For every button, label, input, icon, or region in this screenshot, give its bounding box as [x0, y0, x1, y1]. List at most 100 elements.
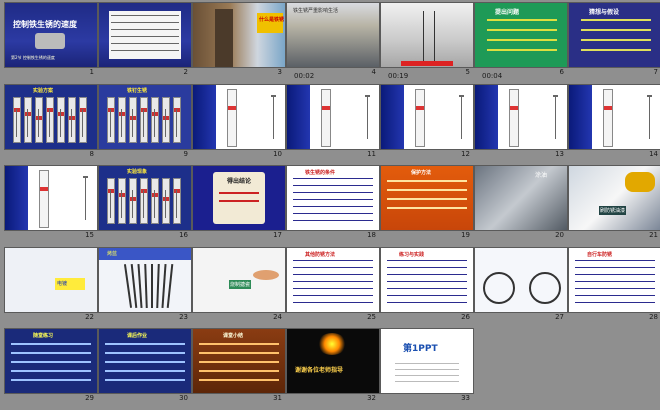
slide-preview[interactable] — [474, 83, 568, 150]
nail-icon — [132, 108, 133, 137]
slide-preview[interactable]: 猜想与假设 — [568, 2, 660, 68]
slide-thumbnail[interactable]: 铁生锈的条件 18 — [286, 165, 380, 245]
slide-preview[interactable]: 铁生锈的条件 — [286, 165, 380, 231]
slide-preview[interactable] — [474, 246, 568, 313]
slide-number: 8 — [89, 149, 94, 158]
slide-title-text: 课后作业 — [127, 333, 148, 339]
slide-number: 31 — [273, 394, 282, 402]
slide-thumbnail[interactable]: 27 — [474, 246, 568, 327]
slide-thumbnail[interactable]: 第1PPT 33 — [380, 328, 474, 408]
slide-title-text: 保护方法 — [411, 170, 432, 176]
slide-number: 5 — [465, 68, 470, 76]
slide-subtitle-text: 第2节 控制铁生锈的速度 — [11, 55, 55, 60]
slide-thumbnail[interactable]: 猜想与假设 7 — [568, 2, 660, 82]
slide-sorter-grid: 控制铁生锈的速度 第2节 控制铁生锈的速度 1 2 什么是铁锈 3 铁生锈严重影响生活 00:… — [0, 0, 660, 410]
slide-number: 32 — [367, 394, 376, 402]
slide-preview[interactable] — [568, 83, 660, 150]
nail-icon — [85, 176, 86, 220]
slide-preview[interactable]: 刷防锈油漆 — [568, 165, 660, 231]
nail-icon — [176, 190, 177, 218]
slide-preview[interactable]: 控制铁生锈的速度第2节 控制铁生锈的速度 — [4, 2, 98, 68]
slide-thumbnail[interactable]: 保护方法 19 — [380, 165, 474, 245]
slide-thumbnail[interactable]: 练习与实践 26 — [380, 246, 474, 327]
slide-number: 16 — [179, 231, 188, 239]
slide-thumbnail[interactable]: 实验方案 8 — [4, 83, 98, 164]
slide-thumbnail[interactable]: 随堂练习 29 — [4, 328, 98, 408]
slide-thumbnail[interactable]: 电镀 22 — [4, 246, 98, 327]
slide-thumbnail[interactable]: 铁钉生锈 9 — [98, 83, 192, 164]
slide-preview[interactable]: 什么是铁锈 — [192, 2, 286, 68]
nail-icon — [165, 108, 166, 137]
slide-thumbnail[interactable]: 烤蓝 23 — [98, 246, 192, 327]
slide-number: 18 — [367, 231, 376, 239]
slide-thumbnail[interactable]: 2 — [98, 2, 192, 82]
slide-title-text: 什么是铁锈 — [259, 17, 285, 23]
slide-thumbnail[interactable]: 谢谢各位老师指导 32 — [286, 328, 380, 408]
slide-thumbnail[interactable]: 课后作业 30 — [98, 328, 192, 408]
nail-icon — [154, 190, 155, 218]
slide-preview[interactable]: 铁钉生锈 — [98, 83, 192, 150]
slide-thumbnail[interactable]: 其他防锈方法 25 — [286, 246, 380, 327]
slide-preview[interactable]: 第1PPT — [380, 328, 474, 394]
nail-icon — [16, 108, 17, 137]
slide-preview[interactable]: 烤蓝 — [98, 246, 192, 313]
slide-thumbnail[interactable]: 刷防锈油漆 21 — [568, 165, 660, 245]
slide-number: 29 — [85, 394, 94, 402]
slide-preview[interactable]: 烧制搪瓷 — [192, 246, 286, 313]
nail-icon — [649, 94, 650, 139]
slide-preview[interactable] — [4, 165, 98, 231]
slide-thumbnail[interactable]: 15 — [4, 165, 98, 245]
slide-preview[interactable]: 实验方案 — [4, 83, 98, 150]
slide-preview[interactable]: 随堂练习 — [4, 328, 98, 394]
slide-preview[interactable]: 练习与实践 — [380, 246, 474, 313]
nail-icon — [132, 190, 133, 218]
nail-icon — [176, 108, 177, 137]
slide-preview[interactable] — [380, 2, 474, 68]
slide-number: 20 — [555, 231, 564, 239]
slide-thumbnail[interactable]: 得出结论 17 — [192, 165, 286, 245]
slide-preview[interactable] — [192, 83, 286, 150]
slide-thumbnail[interactable]: 什么是铁锈 3 — [192, 2, 286, 82]
slide-number: 30 — [179, 394, 188, 402]
slide-preview[interactable]: 谢谢各位老师指导 — [286, 328, 380, 394]
slide-preview[interactable] — [286, 83, 380, 150]
slide-number: 26 — [461, 312, 470, 321]
slide-preview[interactable] — [380, 83, 474, 150]
slide-title-text: 控制铁生锈的速度 — [13, 20, 77, 29]
slide-timing: 00:04 — [482, 72, 503, 80]
slide-preview[interactable]: 得出结论 — [192, 165, 286, 231]
slide-thumbnail[interactable]: 提出问题 00:04 6 — [474, 2, 568, 82]
slide-thumbnail[interactable]: 14 — [568, 83, 660, 164]
slide-thumbnail[interactable]: 12 — [380, 83, 474, 164]
slide-title-text: 随堂练习 — [33, 333, 54, 339]
slide-thumbnail[interactable]: 实验现象 16 — [98, 165, 192, 245]
slide-number: 33 — [461, 394, 470, 402]
slide-preview[interactable]: 电镀 — [4, 246, 98, 313]
slide-preview[interactable]: 涂油 — [474, 165, 568, 231]
slide-preview[interactable]: 其他防锈方法 — [286, 246, 380, 313]
slide-thumbnail[interactable]: 涂油 20 — [474, 165, 568, 245]
slide-preview[interactable]: 保护方法 — [380, 165, 474, 231]
slide-preview[interactable]: 课堂小结 — [192, 328, 286, 394]
slide-title-text: 课堂小结 — [223, 333, 244, 339]
slide-title-text: 烧制搪瓷 — [229, 279, 252, 289]
slide-thumbnail[interactable]: 11 — [286, 83, 380, 164]
slide-thumbnail[interactable]: 自行车防锈 28 — [568, 246, 660, 327]
slide-preview[interactable]: 课后作业 — [98, 328, 192, 394]
nail-icon — [273, 94, 274, 139]
slide-thumbnail[interactable]: 控制铁生锈的速度 第2节 控制铁生锈的速度 1 — [4, 2, 98, 82]
nail-icon — [38, 108, 39, 137]
slide-thumbnail[interactable]: 10 — [192, 83, 286, 164]
slide-preview[interactable]: 提出问题 — [474, 2, 568, 68]
slide-preview[interactable]: 实验现象 — [98, 165, 192, 231]
slide-preview[interactable]: 铁生锈严重影响生活 — [286, 2, 380, 68]
slide-thumbnail[interactable]: 铁生锈严重影响生活 00:02 4 — [286, 2, 380, 82]
slide-title-text: 第1PPT — [403, 344, 438, 354]
slide-preview[interactable] — [98, 2, 192, 68]
slide-preview[interactable]: 自行车防锈 — [568, 246, 660, 313]
nail-icon — [555, 94, 556, 139]
slide-thumbnail[interactable]: 13 — [474, 83, 568, 164]
slide-thumbnail[interactable]: 烧制搪瓷 24 — [192, 246, 286, 327]
slide-thumbnail[interactable]: 00:19 5 — [380, 2, 474, 82]
slide-thumbnail[interactable]: 课堂小结 31 — [192, 328, 286, 408]
